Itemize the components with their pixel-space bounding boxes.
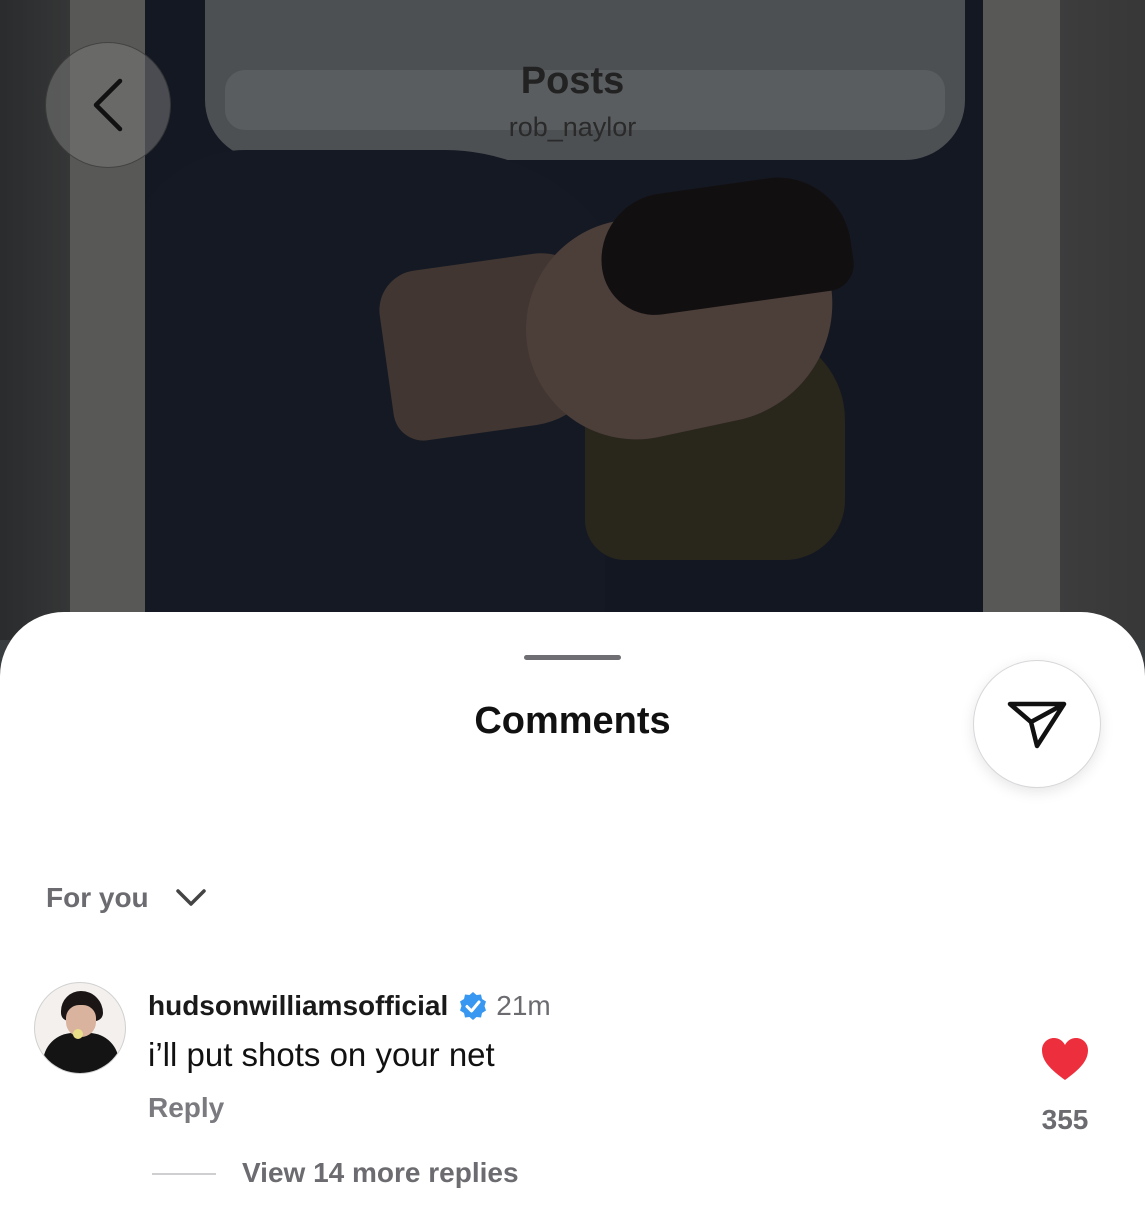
comments-sheet: Comments For you hudsonwilliamsofficial … [0,612,1145,1212]
send-icon [1007,701,1067,749]
comment-username[interactable]: hudsonwilliamsofficial [148,990,448,1022]
comment-timestamp: 21m [496,990,551,1021]
avatar[interactable] [34,982,126,1074]
like-count: 355 [1041,1104,1089,1135]
view-replies-button[interactable]: View 14 more replies [242,1157,519,1189]
sort-label: For you [46,882,149,913]
chevron-down-icon [175,889,206,906]
reply-button[interactable]: Reply [148,1092,224,1124]
replies-divider [152,1173,216,1175]
heart-icon[interactable] [1040,1036,1090,1082]
page-title: Posts [520,60,625,102]
share-button[interactable] [973,660,1101,788]
page-subtitle-username[interactable]: rob_naylor [0,112,1145,143]
comment-text: i’ll put shots on your net [148,1036,495,1073]
sheet-grabber[interactable] [524,655,621,660]
verified-badge-icon [460,992,487,1020]
comment-header: hudsonwilliamsofficial 21m [148,990,551,1022]
sort-dropdown[interactable]: For you [46,882,207,914]
